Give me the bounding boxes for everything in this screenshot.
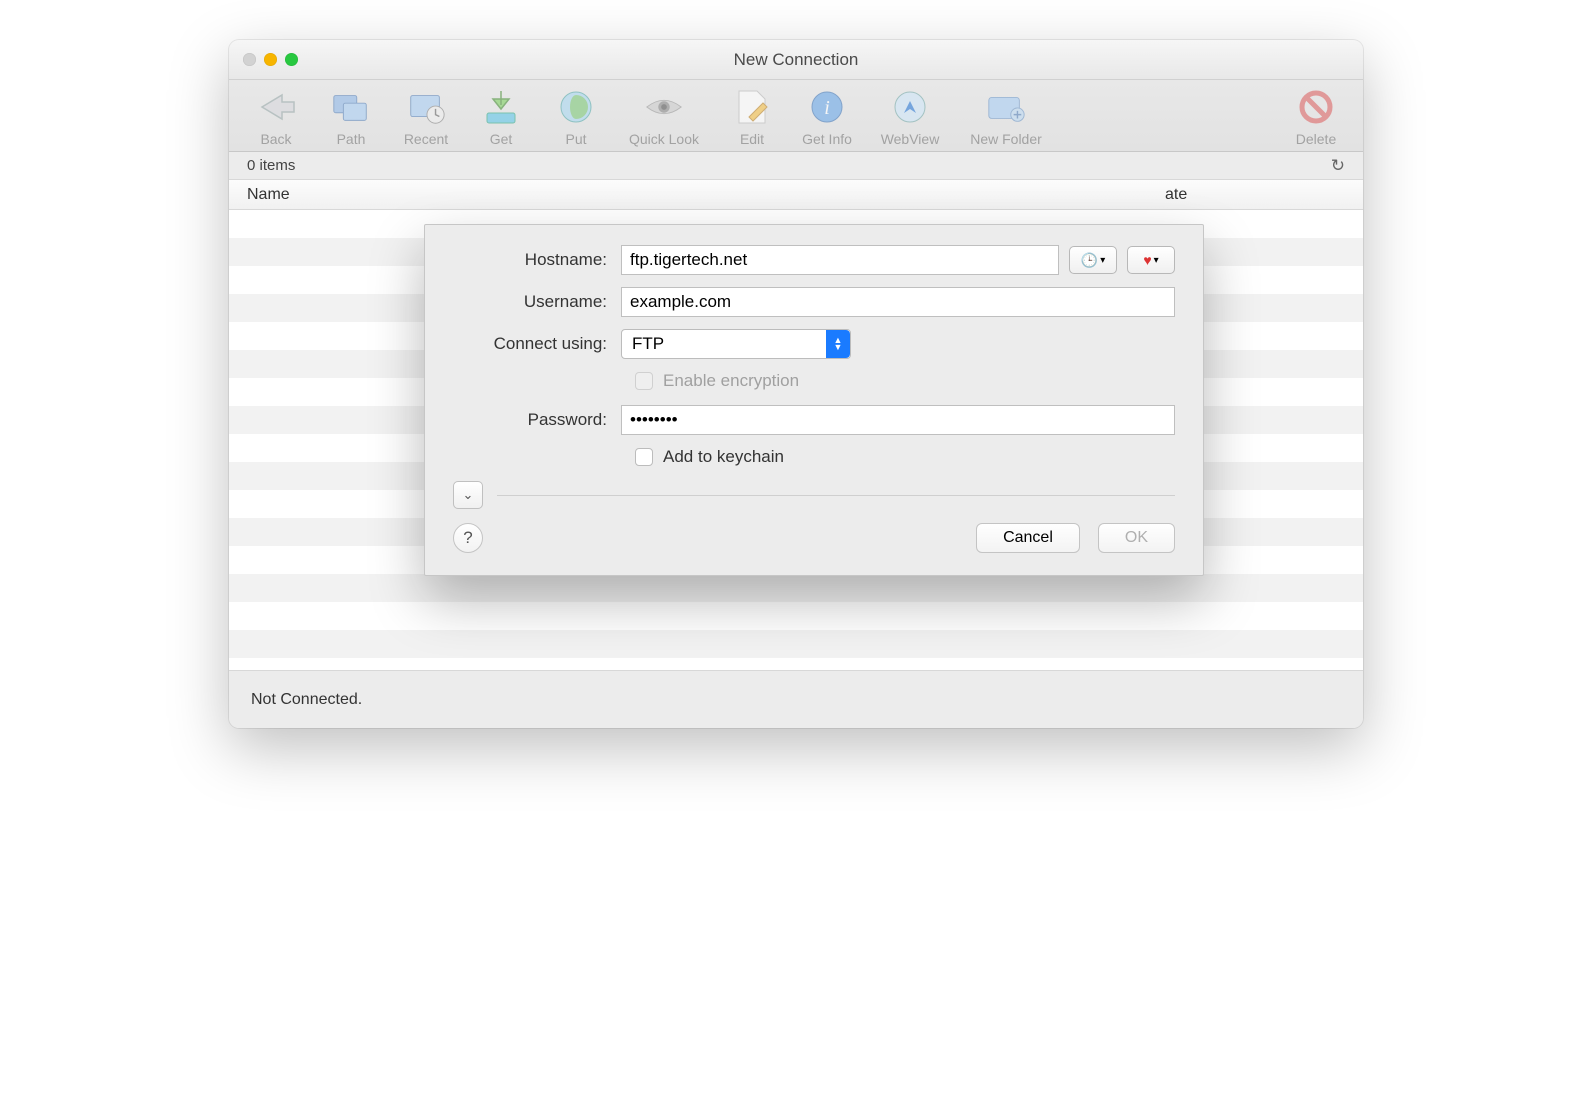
enable-encryption-row: Enable encryption: [635, 371, 1175, 391]
connect-using-label: Connect using:: [453, 334, 621, 354]
enable-encryption-label: Enable encryption: [663, 371, 799, 391]
titlebar: New Connection: [229, 40, 1363, 80]
toolbar-delete[interactable]: Delete: [1281, 86, 1351, 147]
toolbar-quick-look[interactable]: Quick Look: [616, 86, 712, 147]
heart-icon: ♥: [1143, 252, 1151, 268]
list-row: [229, 602, 1363, 630]
items-count: 0 items: [247, 157, 295, 174]
info-icon: i: [806, 86, 848, 128]
username-label: Username:: [453, 292, 621, 312]
enable-encryption-checkbox: [635, 372, 653, 390]
toolbar-label: Path: [337, 131, 366, 147]
column-date[interactable]: ate: [1145, 186, 1345, 204]
upload-globe-icon: [555, 86, 597, 128]
toolbar-recent[interactable]: Recent: [391, 86, 461, 147]
protocol-select[interactable]: FTP ▲▼: [621, 329, 851, 359]
password-label: Password:: [453, 410, 621, 430]
toolbar-label: Back: [260, 131, 291, 147]
list-row: [229, 574, 1363, 602]
chevron-down-icon: ▾: [1100, 255, 1105, 266]
help-icon: ?: [463, 528, 472, 548]
favorites-dropdown-button[interactable]: ♥▾: [1127, 246, 1175, 274]
password-input[interactable]: [621, 405, 1175, 435]
window-title: New Connection: [229, 50, 1363, 70]
toolbar-label: Edit: [740, 131, 764, 147]
add-keychain-row[interactable]: Add to keychain: [635, 447, 1175, 467]
hostname-label: Hostname:: [453, 250, 621, 270]
app-window: New Connection Back Path Recent Get: [229, 40, 1363, 728]
toolbar-label: WebView: [881, 131, 940, 147]
add-keychain-label: Add to keychain: [663, 447, 784, 467]
toolbar-label: New Folder: [970, 131, 1042, 147]
statusbar: 0 items ↻: [229, 152, 1363, 180]
toolbar: Back Path Recent Get Put: [229, 80, 1363, 152]
toolbar-webview[interactable]: WebView: [867, 86, 953, 147]
toolbar-new-folder[interactable]: New Folder: [958, 86, 1054, 147]
column-name[interactable]: Name: [247, 186, 1145, 204]
toolbar-back[interactable]: Back: [241, 86, 311, 147]
toolbar-label: Get: [490, 131, 513, 147]
toolbar-label: Put: [565, 131, 586, 147]
list-header: Name ate: [229, 180, 1363, 210]
divider: [497, 495, 1175, 496]
new-connection-dialog: Hostname: 🕒▾ ♥▾ Username: Connect using:: [424, 224, 1204, 576]
history-dropdown-button[interactable]: 🕒▾: [1069, 246, 1117, 274]
toolbar-get[interactable]: Get: [466, 86, 536, 147]
cancel-button[interactable]: Cancel: [976, 523, 1080, 553]
toolbar-label: Quick Look: [629, 131, 699, 147]
toolbar-path[interactable]: Path: [316, 86, 386, 147]
delete-prohibit-icon: [1295, 86, 1337, 128]
chevron-down-icon: ▾: [1154, 255, 1159, 266]
list-row: [229, 630, 1363, 658]
username-input[interactable]: [621, 287, 1175, 317]
hostname-input[interactable]: [621, 245, 1059, 275]
edit-document-icon: [731, 86, 773, 128]
compass-icon: [889, 86, 931, 128]
add-keychain-checkbox[interactable]: [635, 448, 653, 466]
back-arrow-icon: [255, 86, 297, 128]
toolbar-label: Get Info: [802, 131, 852, 147]
new-folder-icon: [985, 86, 1027, 128]
expand-options-button[interactable]: ⌄: [453, 481, 483, 509]
refresh-icon[interactable]: ↻: [1331, 156, 1345, 176]
ok-button: OK: [1098, 523, 1175, 553]
recent-folder-clock-icon: [405, 86, 447, 128]
download-icon: [480, 86, 522, 128]
clock-icon: 🕒: [1081, 252, 1098, 269]
protocol-value: FTP: [632, 334, 664, 354]
eye-icon: [643, 86, 685, 128]
toolbar-edit[interactable]: Edit: [717, 86, 787, 147]
chevron-down-icon: ⌄: [463, 487, 474, 503]
toolbar-get-info[interactable]: i Get Info: [792, 86, 862, 147]
path-folders-icon: [330, 86, 372, 128]
svg-text:i: i: [824, 97, 830, 119]
toolbar-label: Delete: [1296, 131, 1336, 147]
toolbar-label: Recent: [404, 131, 448, 147]
connection-status: Not Connected.: [251, 691, 362, 709]
select-stepper-icon: ▲▼: [826, 330, 850, 358]
toolbar-put[interactable]: Put: [541, 86, 611, 147]
footer: Not Connected.: [229, 670, 1363, 728]
help-button[interactable]: ?: [453, 523, 483, 553]
